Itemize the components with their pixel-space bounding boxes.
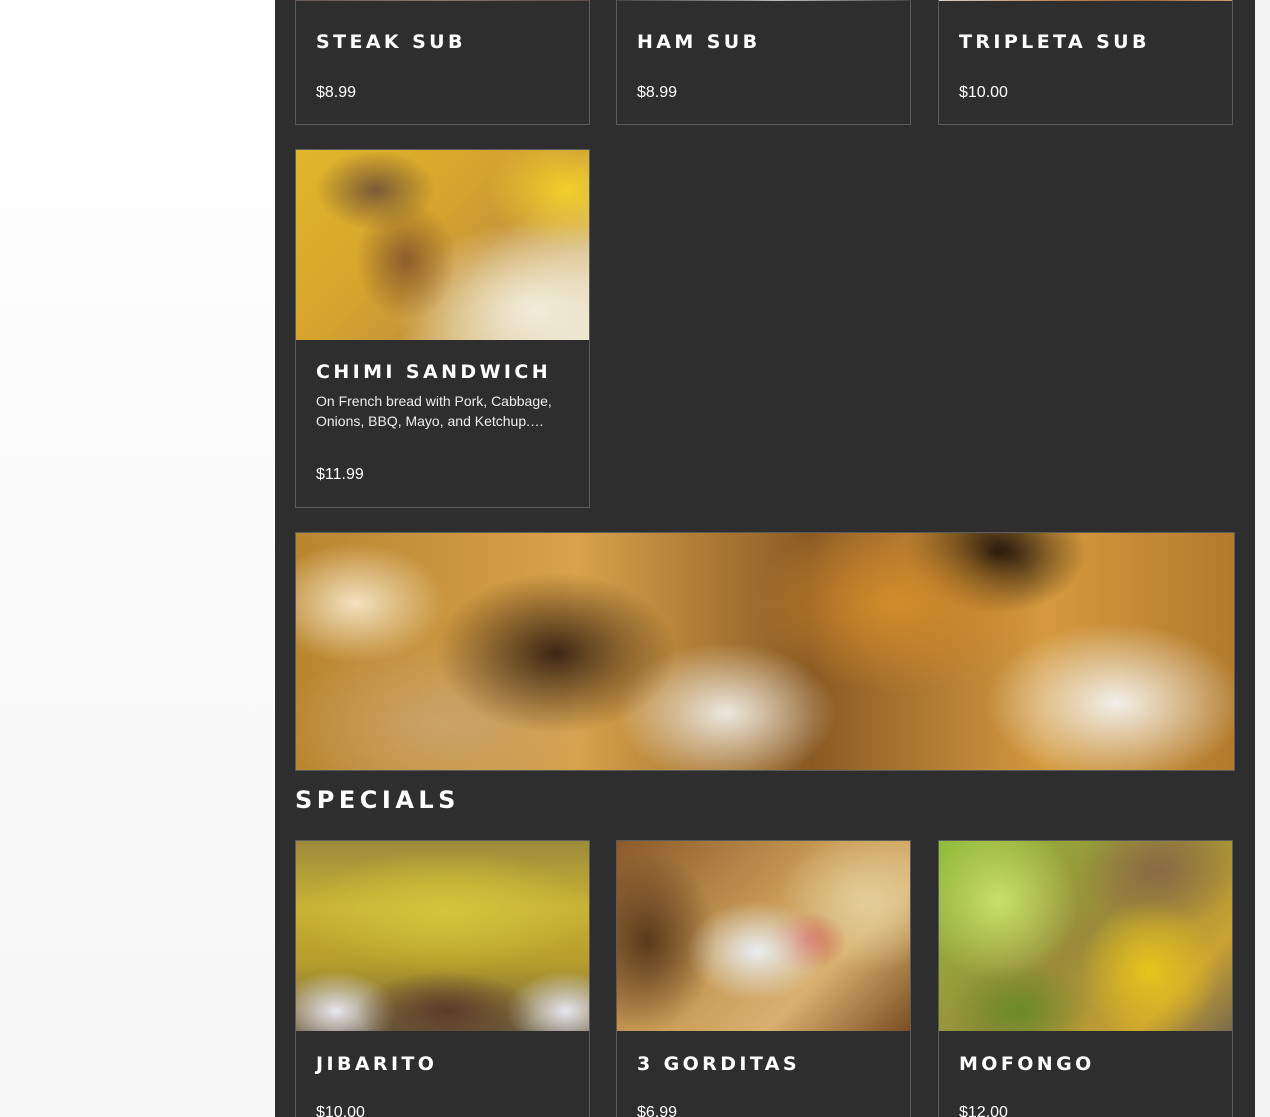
specials-banner-image [295,532,1235,771]
item-price: $11.99 [316,466,364,483]
right-margin [1255,0,1270,1117]
food-image [296,150,589,340]
section-title: SPECIALS [295,786,460,814]
menu-item-card[interactable]: STEAK SUB $8.99 [295,0,590,125]
food-image [296,841,589,1031]
menu-item-card[interactable]: CHIMI SANDWICH On French bread with Pork… [295,149,590,508]
food-image [617,0,910,1]
food-image [939,0,1232,1]
item-price: $8.99 [316,84,357,101]
item-price: $12.00 [959,1104,1008,1117]
menu-item-card[interactable]: HAM SUB $8.99 [616,0,911,125]
item-price: $6.99 [637,1104,678,1117]
item-price: $8.99 [637,84,678,101]
item-title: MOFONGO [959,1053,1095,1075]
special-item-card[interactable]: MOFONGO $12.00 [938,840,1233,1117]
item-title: STEAK SUB [316,31,466,53]
item-price: $10.00 [959,84,1008,101]
food-image [617,841,910,1031]
menu-item-card[interactable]: TRIPLETA SUB $10.00 [938,0,1233,125]
item-title: TRIPLETA SUB [959,31,1150,53]
item-title: JIBARITO [316,1053,438,1075]
left-background [0,0,275,1117]
food-image [296,0,589,1]
special-item-card[interactable]: 3 GORDITAS $6.99 [616,840,911,1117]
item-title: HAM SUB [637,31,761,53]
special-item-card[interactable]: JIBARITO $10.00 [295,840,590,1117]
item-title: 3 GORDITAS [637,1053,800,1075]
item-price: $10.00 [316,1104,365,1117]
menu-panel: STEAK SUB $8.99 HAM SUB $8.99 TRIPLETA S… [275,0,1255,1117]
item-description: On French bread with Pork, Cabbage, Onio… [316,393,552,429]
item-title: CHIMI SANDWICH [316,361,552,383]
food-image [939,841,1232,1031]
